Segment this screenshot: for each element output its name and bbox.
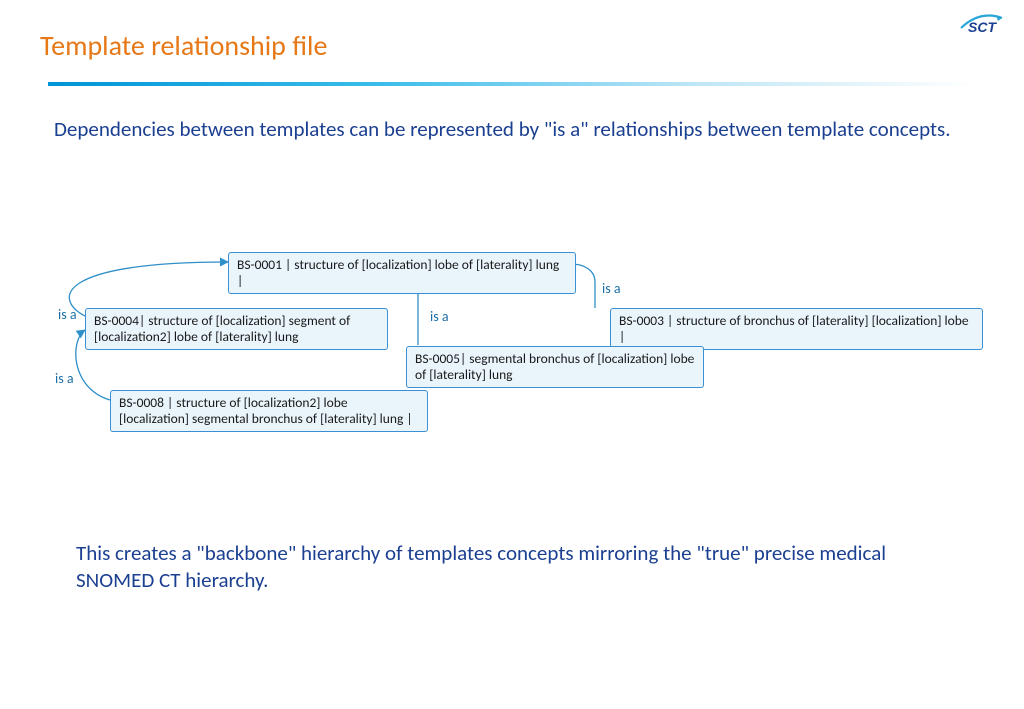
isa-label-2: is a bbox=[55, 370, 74, 387]
node-bs0008: BS-0008 | structure of [localization2] l… bbox=[110, 390, 428, 432]
node-bs0001: BS-0001 | structure of [localization] lo… bbox=[228, 252, 576, 294]
node-bs0004: BS-0004| structure of [localization] seg… bbox=[85, 308, 388, 350]
slide: Template relationship file SCT Dependenc… bbox=[0, 0, 1024, 709]
node-bs0003: BS-0003 | structure of bronchus of [late… bbox=[610, 308, 983, 350]
isa-label-3: is a bbox=[430, 308, 449, 325]
closing-paragraph: This creates a "backbone" hierarchy of t… bbox=[76, 540, 964, 595]
diagram: is a is a is a is a BS-0001 | structure … bbox=[0, 0, 1024, 709]
isa-label-1: is a bbox=[58, 306, 77, 323]
node-bs0005: BS-0005| segmental bronchus of [localiza… bbox=[406, 346, 704, 388]
isa-label-4: is a bbox=[602, 280, 621, 297]
